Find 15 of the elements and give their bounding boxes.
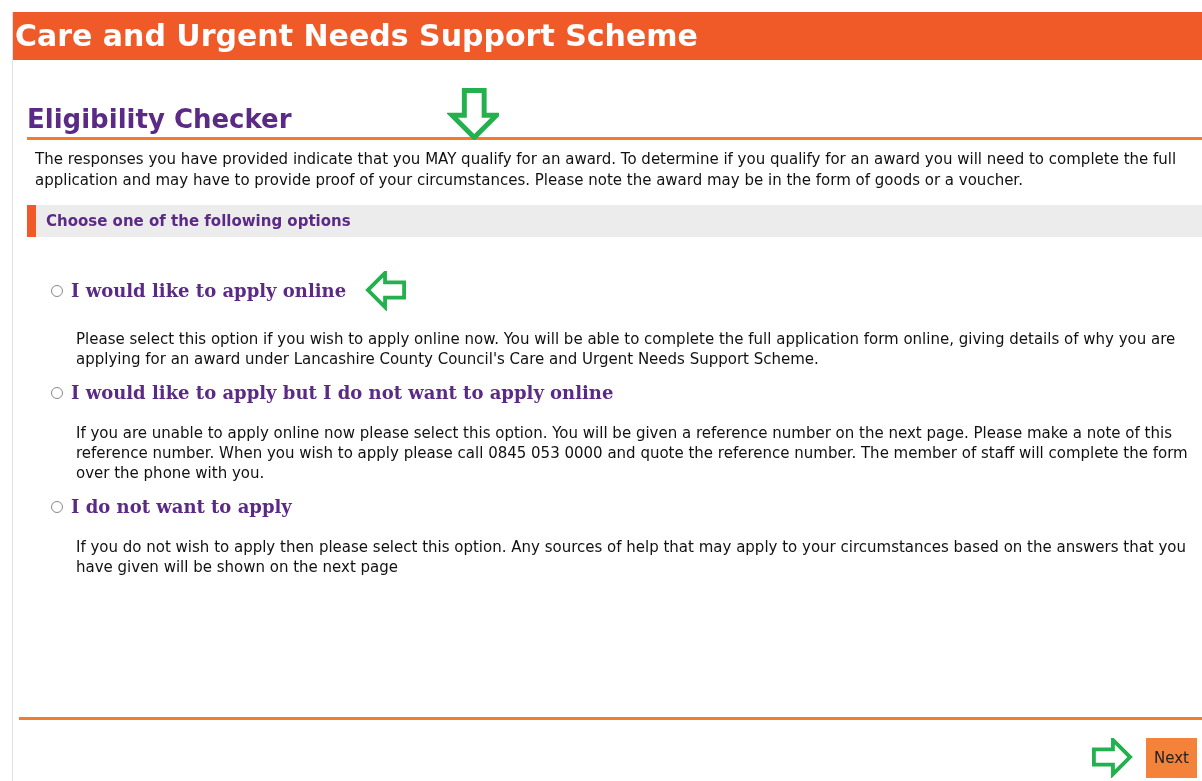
option-radio[interactable] — [51, 387, 63, 399]
option-description: If you do not wish to apply then please select this option. Any sources of help that may apply to your circumstances based on the answers that you have given will be shown on the next page — [75, 537, 1188, 577]
page-heading: Eligibility Checker — [27, 103, 292, 136]
option-label[interactable]: I would like to apply but I do not want to apply online — [71, 381, 614, 405]
option-description: If you are unable to apply online now please select this option. You will be given a reference number on the next page. Please make a note of this reference number. When you wish to apply please call 0845 053 0000 and quote the reference number. The member of staff will complete the form over the phone with you. — [75, 423, 1189, 483]
next-button[interactable]: Next — [1146, 738, 1197, 778]
option-description: Please select this option if you wish to apply online now. You will be able to complete the full application form online, giving details of why you are applying for an award under Lancashire County Council's Care and Urgent Needs Support Scheme. — [75, 329, 1177, 369]
option-radio[interactable] — [51, 501, 63, 513]
banner-title: Care and Urgent Needs Support Scheme — [15, 21, 698, 51]
down-arrow-icon — [447, 88, 499, 140]
option-label[interactable]: I would like to apply online — [71, 279, 347, 303]
intro-text: The responses you have provided indicate that you MAY qualify for an award. To determine if you qualify for an award you will need to complete the full application and may have to provide proof of your circumstances. Please note the award may be in the form of goods or a voucher. — [34, 149, 1178, 191]
option-label[interactable]: I do not want to apply — [71, 495, 292, 519]
section-title: Choose one of the following options — [46, 210, 351, 232]
option-radio[interactable] — [51, 285, 63, 297]
